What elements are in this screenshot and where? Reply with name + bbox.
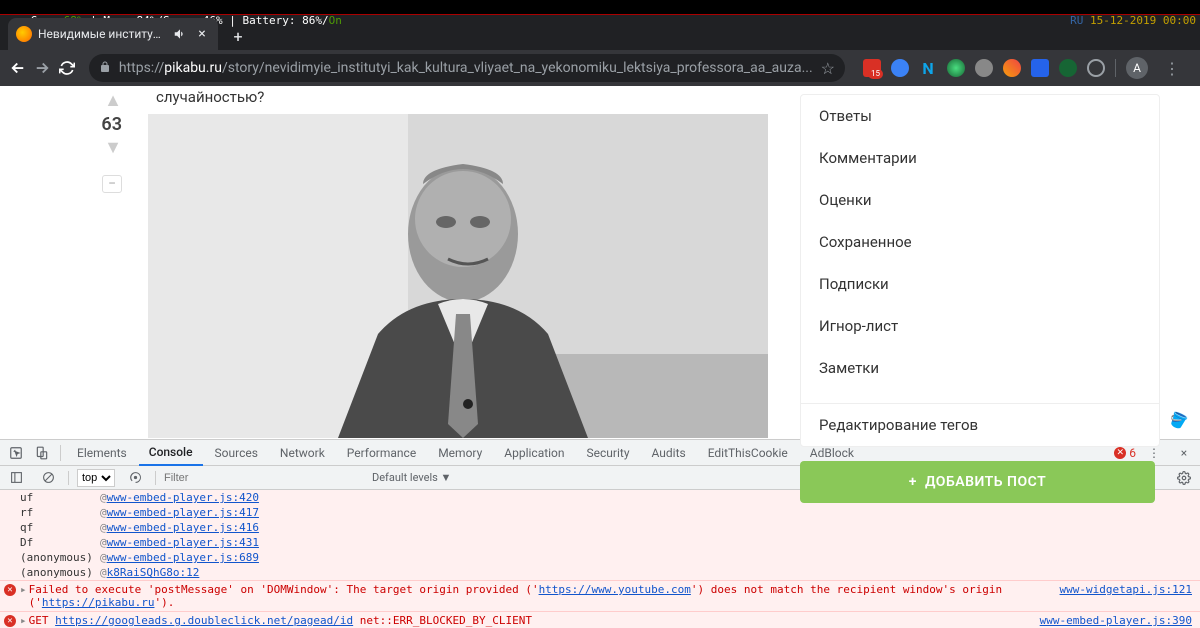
- page-content: ▲ 63 ▼ − случайностью?: [0, 86, 1200, 439]
- error-icon: ✕: [4, 615, 16, 627]
- add-post-label: ДОБАВИТЬ ПОСТ: [925, 474, 1046, 490]
- context-select[interactable]: top: [77, 469, 115, 487]
- new-tab-button[interactable]: +: [224, 22, 252, 50]
- stack-frame: Df@ www-embed-player.js:431: [0, 535, 1200, 550]
- sidebar-card: Ответы Комментарии Оценки Сохраненное По…: [800, 94, 1160, 447]
- stack-frame: (anonymous)@ k8RaiSQhG8o:12: [0, 565, 1200, 580]
- lock-icon: [99, 61, 111, 76]
- separator: [155, 471, 156, 485]
- address-bar[interactable]: https://pikabu.ru/story/nevidimyie_insti…: [89, 54, 845, 82]
- extension-icon[interactable]: [975, 59, 993, 77]
- separator: [60, 445, 61, 461]
- tab-audits[interactable]: Audits: [642, 440, 696, 466]
- tab-favicon: [16, 26, 32, 42]
- tab-memory[interactable]: Memory: [428, 440, 492, 466]
- post-content: случайностью?: [140, 86, 780, 439]
- extension-icon[interactable]: N: [919, 59, 937, 77]
- url-text: https://pikabu.ru/story/nevidimyie_insti…: [119, 60, 813, 76]
- post-image[interactable]: [148, 114, 768, 438]
- system-status-bar: Cpu: 68% | Mem: 84%/Swap: 46% | Battery:…: [0, 0, 1200, 14]
- extension-icon[interactable]: [947, 59, 965, 77]
- stack-frame: (anonymous)@ www-embed-player.js:689: [0, 550, 1200, 565]
- tab-console[interactable]: Console: [139, 440, 203, 466]
- live-expr-icon[interactable]: [123, 466, 147, 490]
- paint-bucket-icon[interactable]: 🪣: [1166, 410, 1189, 432]
- inspect-icon[interactable]: [4, 441, 28, 465]
- vote-column: ▲ 63 ▼ −: [0, 86, 140, 439]
- extension-icon[interactable]: [1087, 59, 1105, 77]
- close-icon[interactable]: ×: [1172, 441, 1196, 465]
- status-left: Cpu: 68% | Mem: 84%/Swap: 46% | Battery:…: [4, 0, 342, 14]
- tab-network[interactable]: Network: [270, 440, 335, 466]
- console-error: ✕▸ Failed to execute 'postMessage' on 'D…: [0, 580, 1200, 611]
- sidebar-item-subs[interactable]: Подписки: [801, 263, 1159, 305]
- downvote-button[interactable]: ▼: [104, 139, 122, 157]
- menu-icon[interactable]: ⋮: [1158, 54, 1186, 82]
- bookmark-icon[interactable]: ☆: [821, 59, 835, 78]
- tab-title: Невидимые институты: [38, 27, 166, 41]
- tab-sources[interactable]: Sources: [205, 440, 268, 466]
- sidebar-item-notes[interactable]: Заметки: [801, 347, 1159, 389]
- tab-elements[interactable]: Elements: [67, 440, 137, 466]
- filter-input[interactable]: [164, 472, 364, 484]
- back-button[interactable]: [8, 54, 28, 82]
- profile-avatar[interactable]: A: [1126, 57, 1148, 79]
- hide-button[interactable]: −: [102, 175, 122, 193]
- error-counter[interactable]: ✕6: [1114, 446, 1136, 460]
- extension-icons: 15 N A ⋮: [857, 54, 1192, 82]
- sidebar-toggle-icon[interactable]: [4, 466, 28, 490]
- gear-icon[interactable]: [1172, 466, 1196, 490]
- device-icon[interactable]: [30, 441, 54, 465]
- separator: [1115, 59, 1116, 77]
- levels-dropdown[interactable]: Default levels ▼: [372, 471, 451, 484]
- browser-toolbar: https://pikabu.ru/story/nevidimyie_insti…: [0, 50, 1200, 86]
- tab-editthiscookie[interactable]: EditThisCookie: [698, 440, 798, 466]
- sidebar-item-saved[interactable]: Сохраненное: [801, 221, 1159, 263]
- extension-icon[interactable]: [891, 59, 909, 77]
- reload-button[interactable]: [57, 54, 77, 82]
- console-output[interactable]: uf@ www-embed-player.js:420 rf@ www-embe…: [0, 490, 1200, 628]
- forward-button[interactable]: [32, 54, 52, 82]
- extension-icon[interactable]: [1003, 59, 1021, 77]
- add-post-button[interactable]: + ДОБАВИТЬ ПОСТ: [800, 461, 1155, 503]
- extension-icon[interactable]: [1031, 59, 1049, 77]
- sidebar: Ответы Комментарии Оценки Сохраненное По…: [780, 86, 1160, 439]
- plus-icon: +: [909, 474, 917, 490]
- audio-icon[interactable]: [172, 26, 188, 42]
- stack-frame: rf@ www-embed-player.js:417: [0, 505, 1200, 520]
- status-right: RU 15-12-2019 00:00: [1044, 0, 1196, 14]
- upvote-button[interactable]: ▲: [104, 92, 122, 110]
- browser-tab-bar: Невидимые институты × +: [0, 14, 1200, 50]
- close-icon[interactable]: ×: [194, 26, 210, 42]
- vote-count: 63: [101, 114, 122, 135]
- sidebar-item-ignore[interactable]: Игнор-лист: [801, 305, 1159, 347]
- separator: [68, 471, 69, 485]
- console-error: ✕▸ GET https://googleads.g.doubleclick.n…: [0, 611, 1200, 628]
- sidebar-item-ratings[interactable]: Оценки: [801, 179, 1159, 221]
- tab-security[interactable]: Security: [577, 440, 640, 466]
- clear-icon[interactable]: [36, 466, 60, 490]
- sidebar-item-comments[interactable]: Комментарии: [801, 137, 1159, 179]
- browser-tab[interactable]: Невидимые институты ×: [8, 18, 218, 50]
- post-text: случайностью?: [140, 88, 780, 106]
- sidebar-item-answers[interactable]: Ответы: [801, 95, 1159, 137]
- error-icon: ✕: [4, 584, 16, 596]
- tab-performance[interactable]: Performance: [337, 440, 426, 466]
- sidebar-item-edit-tags[interactable]: Редактирование тегов: [801, 404, 1159, 446]
- extension-icon[interactable]: 15: [863, 59, 881, 77]
- extension-icon[interactable]: [1059, 59, 1077, 77]
- badge-count: 15: [868, 69, 883, 79]
- tab-application[interactable]: Application: [494, 440, 574, 466]
- stack-frame: qf@ www-embed-player.js:416: [0, 520, 1200, 535]
